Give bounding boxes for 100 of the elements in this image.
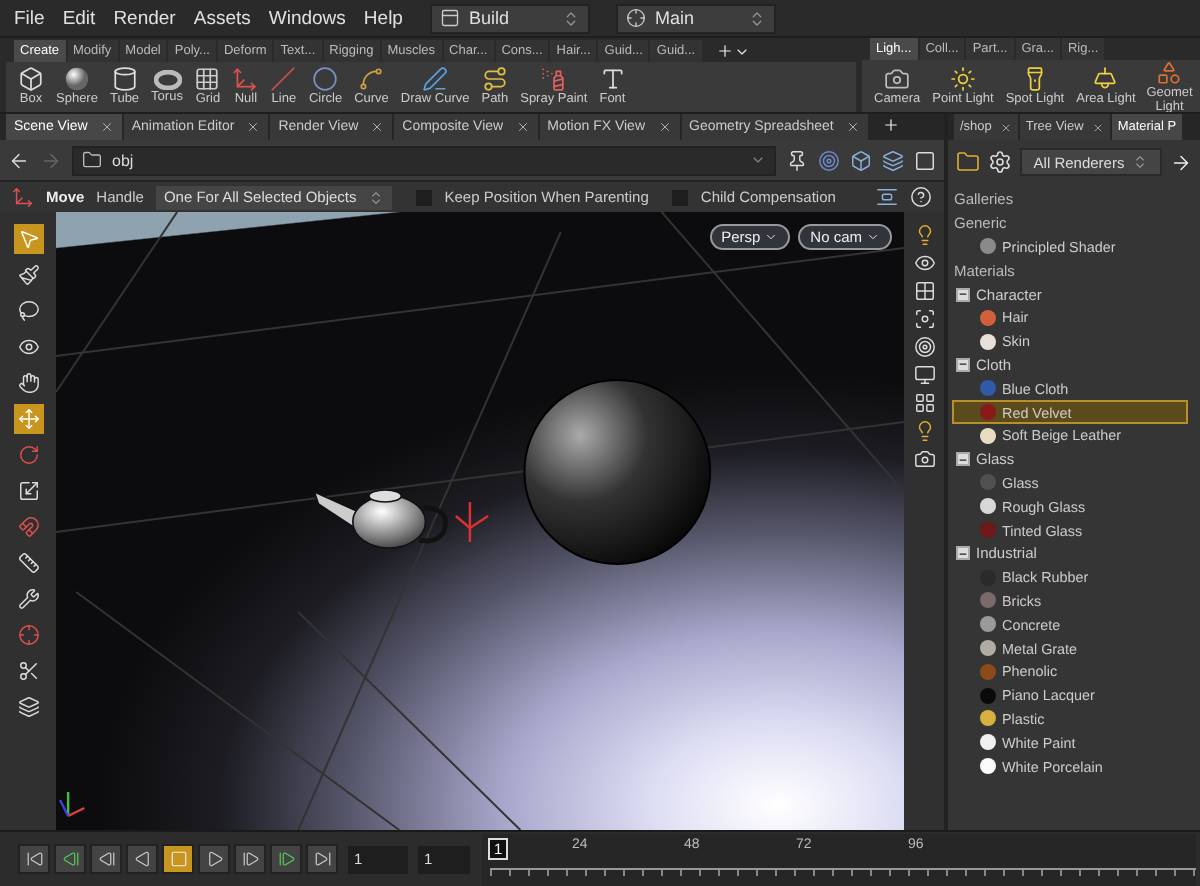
path-icon bbox=[481, 66, 508, 93]
menu-item[interactable]: Assets bbox=[191, 7, 253, 29]
stop-icon bbox=[169, 850, 187, 868]
axis-indicator-icon bbox=[58, 792, 85, 818]
plus-icon bbox=[881, 116, 900, 134]
axes-icon bbox=[232, 66, 259, 93]
viewport-tool[interactable] bbox=[13, 404, 43, 434]
close-icon bbox=[99, 120, 114, 134]
wrench-icon bbox=[17, 588, 39, 610]
minus-icon bbox=[958, 547, 968, 560]
updown-icon bbox=[368, 189, 385, 205]
torus-icon bbox=[153, 69, 181, 90]
viewport-tool[interactable] bbox=[13, 224, 43, 254]
step-back-icon bbox=[97, 850, 115, 868]
area-light-icon bbox=[1092, 66, 1119, 93]
updown-icon bbox=[562, 9, 581, 27]
updown-icon bbox=[748, 9, 767, 27]
layout-icon bbox=[440, 8, 461, 28]
forward-arrow-icon bbox=[40, 149, 62, 171]
grid-icon bbox=[194, 66, 221, 93]
viewport-tool[interactable] bbox=[13, 368, 43, 398]
lasso-icon bbox=[17, 300, 39, 322]
magnet-icon bbox=[17, 516, 39, 538]
desktop-dropdown[interactable]: Build bbox=[430, 3, 591, 33]
folder-icon bbox=[956, 150, 980, 174]
plus-icon bbox=[715, 42, 734, 60]
font-icon bbox=[599, 66, 626, 93]
menu-item[interactable]: Render bbox=[111, 7, 178, 29]
back-arrow-icon bbox=[8, 149, 30, 171]
menu-item[interactable]: Windows bbox=[266, 7, 348, 29]
crosshair-icon bbox=[17, 624, 39, 646]
viewport-tool[interactable] bbox=[13, 260, 43, 290]
close-icon bbox=[657, 120, 671, 134]
shapes-icon bbox=[1156, 60, 1183, 86]
monitor-icon bbox=[913, 364, 935, 386]
collapse-toggle[interactable] bbox=[956, 357, 970, 372]
minus-icon bbox=[958, 288, 968, 301]
cube-icon bbox=[18, 66, 44, 93]
cube-icon bbox=[850, 149, 872, 171]
camera-icon bbox=[884, 66, 911, 93]
camera-icon bbox=[913, 448, 935, 470]
target-icon bbox=[818, 149, 840, 171]
eye-icon bbox=[913, 252, 935, 274]
collapse-toggle[interactable] bbox=[956, 452, 970, 467]
move-icon bbox=[17, 408, 39, 430]
step-back-button[interactable] bbox=[90, 844, 122, 874]
caret-icon bbox=[866, 230, 880, 244]
sun-icon bbox=[949, 66, 976, 93]
collapse-toggle[interactable] bbox=[956, 287, 970, 302]
brush-icon bbox=[17, 264, 39, 286]
menu-item[interactable]: Edit bbox=[60, 7, 98, 29]
arrow-right-icon bbox=[1170, 151, 1192, 173]
line-icon bbox=[270, 66, 297, 93]
minus-icon bbox=[958, 358, 968, 371]
play-button[interactable] bbox=[198, 844, 230, 874]
close-icon bbox=[246, 120, 261, 134]
eye-icon bbox=[17, 336, 39, 358]
scissors-icon bbox=[17, 660, 39, 682]
play-icon bbox=[205, 850, 223, 868]
next-key-button[interactable] bbox=[270, 844, 302, 874]
scale-icon bbox=[17, 480, 39, 502]
menu-item[interactable]: Help bbox=[361, 7, 405, 29]
menu-item[interactable]: File bbox=[12, 7, 47, 29]
grid-icon bbox=[913, 280, 935, 302]
help-icon bbox=[910, 186, 932, 208]
settings-icon bbox=[988, 150, 1012, 174]
previous-key-button[interactable] bbox=[54, 844, 86, 874]
curve-icon bbox=[358, 66, 385, 93]
viewport-tool[interactable] bbox=[13, 296, 43, 326]
play-reverse-button[interactable] bbox=[126, 844, 158, 874]
move-tool-icon bbox=[12, 186, 34, 208]
viewport-tool[interactable] bbox=[13, 692, 43, 722]
close-icon bbox=[370, 120, 385, 134]
close-icon bbox=[999, 121, 1012, 133]
step-forward-button[interactable] bbox=[234, 844, 266, 874]
minus-icon bbox=[958, 453, 968, 466]
close-icon bbox=[845, 120, 860, 134]
ruler-icon bbox=[17, 552, 39, 574]
pointer-icon bbox=[17, 228, 39, 250]
viewport-tool[interactable] bbox=[13, 548, 43, 578]
updown-icon bbox=[1132, 154, 1149, 170]
desktop-dropdown[interactable]: Main bbox=[616, 3, 777, 33]
target-icon bbox=[913, 336, 935, 358]
path-field[interactable]: obj bbox=[72, 145, 776, 175]
collapse-toggle[interactable] bbox=[956, 546, 970, 561]
skip-back-icon bbox=[25, 850, 43, 868]
skip-forward-icon bbox=[313, 850, 331, 868]
layers-icon bbox=[882, 149, 904, 171]
crosshair-icon bbox=[626, 8, 647, 28]
step-back-icon bbox=[61, 850, 79, 868]
step-forward-icon bbox=[277, 850, 295, 868]
caret-icon bbox=[750, 152, 766, 168]
last-frame-button[interactable] bbox=[306, 844, 338, 874]
viewport-tool[interactable] bbox=[13, 584, 43, 614]
pen-icon bbox=[422, 66, 449, 93]
caret-icon bbox=[764, 230, 779, 244]
stop-button[interactable] bbox=[162, 844, 194, 874]
circle-icon bbox=[312, 66, 339, 93]
pin-icon bbox=[786, 149, 808, 171]
first-frame-button[interactable] bbox=[18, 844, 50, 874]
